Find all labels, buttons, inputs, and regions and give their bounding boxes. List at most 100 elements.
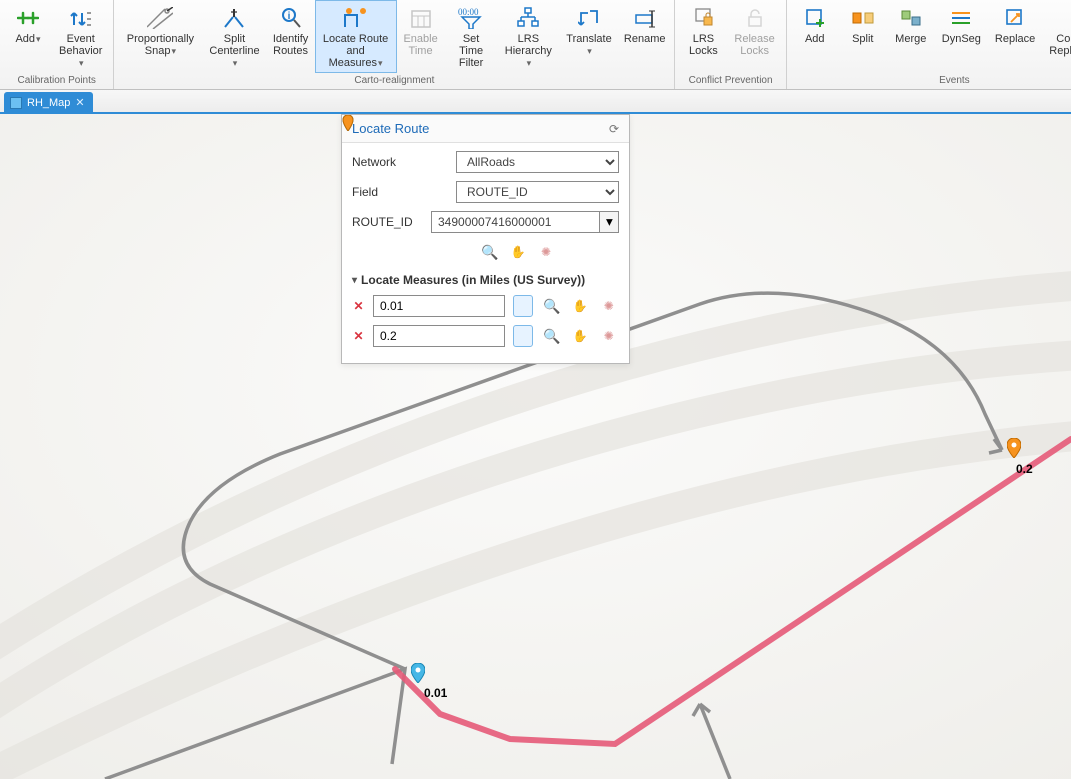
label: Replace	[995, 33, 1035, 45]
zoom-measure-2[interactable]: 🔍	[541, 325, 562, 347]
add-event-button[interactable]: Add	[791, 0, 839, 73]
measure-row-2: ✕ 🔍 ✋ ✺	[352, 325, 619, 347]
pin-tool-2[interactable]	[513, 325, 534, 347]
svg-text:i: i	[287, 11, 290, 22]
locate-route-measures-button[interactable]: Locate Route and Measures▾	[315, 0, 397, 73]
time-filter-icon: 00:00	[458, 5, 484, 31]
replace-button[interactable]: Replace	[988, 0, 1042, 73]
routeid-dropdown-button[interactable]: ▾	[599, 211, 619, 233]
snap-icon	[147, 5, 173, 31]
delete-measure-1[interactable]: ✕	[352, 299, 365, 313]
merge-event-button[interactable]: Merge	[887, 0, 935, 73]
merge-icon	[900, 5, 922, 31]
configure-replacement-button[interactable]: Configure Replacemen	[1042, 0, 1071, 73]
pin-tool-1[interactable]	[513, 295, 534, 317]
rename-icon	[634, 5, 656, 31]
add-cp-button[interactable]: Add▾	[4, 0, 52, 73]
label: Translate	[566, 33, 611, 45]
field-label: Field	[352, 185, 456, 199]
measure-input-2[interactable]	[373, 325, 505, 347]
chevron-down-icon: ▾	[172, 45, 177, 57]
measure-marker-1[interactable]	[411, 663, 425, 683]
chevron-down-icon: ▾	[378, 57, 383, 69]
map-view[interactable]: 0.01 0.2 Locate Route ⟳ Network AllRoads…	[0, 114, 1071, 779]
refresh-icon[interactable]: ⟳	[609, 122, 619, 136]
label: Event Behavior	[59, 33, 102, 57]
search-icon: 🔍	[543, 298, 560, 315]
set-time-filter-button[interactable]: 00:00 Set Time Filter	[445, 0, 498, 73]
flash-measure-2[interactable]: ✺	[599, 325, 620, 347]
group-conflict-prevention: LRS Locks Release Locks Conflict Prevent…	[675, 0, 786, 89]
rename-button[interactable]: Rename	[619, 0, 670, 73]
label: Identify Routes	[273, 33, 308, 57]
label: Rename	[624, 33, 666, 45]
plus-icon	[17, 5, 39, 31]
section-label: Locate Measures (in Miles (US Survey))	[361, 273, 585, 287]
marker-label-2: 0.2	[1016, 462, 1033, 476]
lrs-locks-button[interactable]: LRS Locks	[679, 0, 727, 73]
unlock-icon	[744, 5, 766, 31]
chevron-down-icon: ▾	[36, 33, 41, 45]
chevron-down-icon: ▾	[527, 57, 532, 69]
proportionally-snap-button[interactable]: Proportionally Snap▾	[118, 0, 202, 73]
locate-route-panel: Locate Route ⟳ Network AllRoads Field RO…	[341, 114, 630, 364]
label: Set Time Filter	[459, 33, 483, 69]
group-label: Carto-realignment	[118, 73, 670, 89]
dynseg-icon	[950, 5, 972, 31]
zoom-route-button[interactable]: 🔍	[479, 241, 501, 263]
hand-icon: ✋	[511, 245, 526, 259]
measure-row-1: ✕ 🔍 ✋ ✺	[352, 295, 619, 317]
label: Split Centerline	[209, 33, 259, 57]
label: Merge	[895, 33, 926, 45]
chevron-down-icon: ▾	[79, 57, 84, 69]
delete-measure-2[interactable]: ✕	[352, 329, 365, 343]
measure-marker-2[interactable]	[1007, 438, 1021, 458]
flash-route-button[interactable]: ✺	[535, 241, 557, 263]
dynseg-button[interactable]: DynSeg	[935, 0, 988, 73]
caret-down-icon: ▾	[352, 275, 357, 286]
pan-route-button[interactable]: ✋	[507, 241, 529, 263]
split-event-button[interactable]: Split	[839, 0, 887, 73]
pan-measure-1[interactable]: ✋	[570, 295, 591, 317]
hand-icon: ✋	[573, 299, 588, 313]
zoom-measure-1[interactable]: 🔍	[541, 295, 562, 317]
routeid-label: ROUTE_ID	[352, 215, 431, 229]
tab-rh-map[interactable]: RH_Map ✕	[4, 92, 93, 112]
hierarchy-icon	[517, 5, 539, 31]
search-icon: 🔍	[543, 328, 560, 345]
search-icon: 🔍	[481, 244, 498, 261]
replace-icon	[1004, 5, 1026, 31]
ribbon: Add▾ Event Behavior▾ Calibration Points …	[0, 0, 1071, 90]
translate-button[interactable]: Translate▾	[559, 0, 619, 73]
lrs-hierarchy-button[interactable]: LRS Hierarchy▾	[498, 0, 559, 73]
field-select[interactable]: ROUTE_ID	[456, 181, 619, 203]
tab-label: RH_Map	[27, 97, 70, 109]
label: Enable Time	[403, 33, 437, 57]
identify-routes-button[interactable]: i Identify Routes	[267, 0, 315, 73]
svg-text:00:00: 00:00	[458, 7, 479, 17]
group-label: Calibration Points	[4, 73, 109, 89]
split-event-icon	[852, 5, 874, 31]
flash-icon: ✺	[604, 329, 614, 343]
network-select[interactable]: AllRoads	[456, 151, 619, 173]
enable-time-button[interactable]: Enable Time	[397, 0, 445, 73]
label: Add	[15, 33, 35, 45]
routeid-input[interactable]	[431, 211, 599, 233]
close-icon[interactable]: ✕	[75, 96, 84, 109]
measures-section-header[interactable]: ▾ Locate Measures (in Miles (US Survey))	[352, 273, 619, 287]
group-label: Conflict Prevention	[679, 73, 781, 89]
label: DynSeg	[942, 33, 981, 45]
split-icon	[223, 5, 245, 31]
lock-icon	[692, 5, 714, 31]
network-label: Network	[352, 155, 456, 169]
split-centerline-button[interactable]: Split Centerline▾	[202, 0, 266, 73]
event-behavior-button[interactable]: Event Behavior▾	[52, 0, 109, 73]
group-carto-realignment: Proportionally Snap▾ Split Centerline▾ i…	[114, 0, 675, 89]
pan-measure-2[interactable]: ✋	[570, 325, 591, 347]
map-icon	[10, 97, 22, 109]
flash-measure-1[interactable]: ✺	[599, 295, 620, 317]
measure-input-1[interactable]	[373, 295, 505, 317]
chevron-down-icon: ▾	[587, 45, 592, 57]
release-locks-button[interactable]: Release Locks	[727, 0, 781, 73]
flash-icon: ✺	[541, 245, 551, 259]
